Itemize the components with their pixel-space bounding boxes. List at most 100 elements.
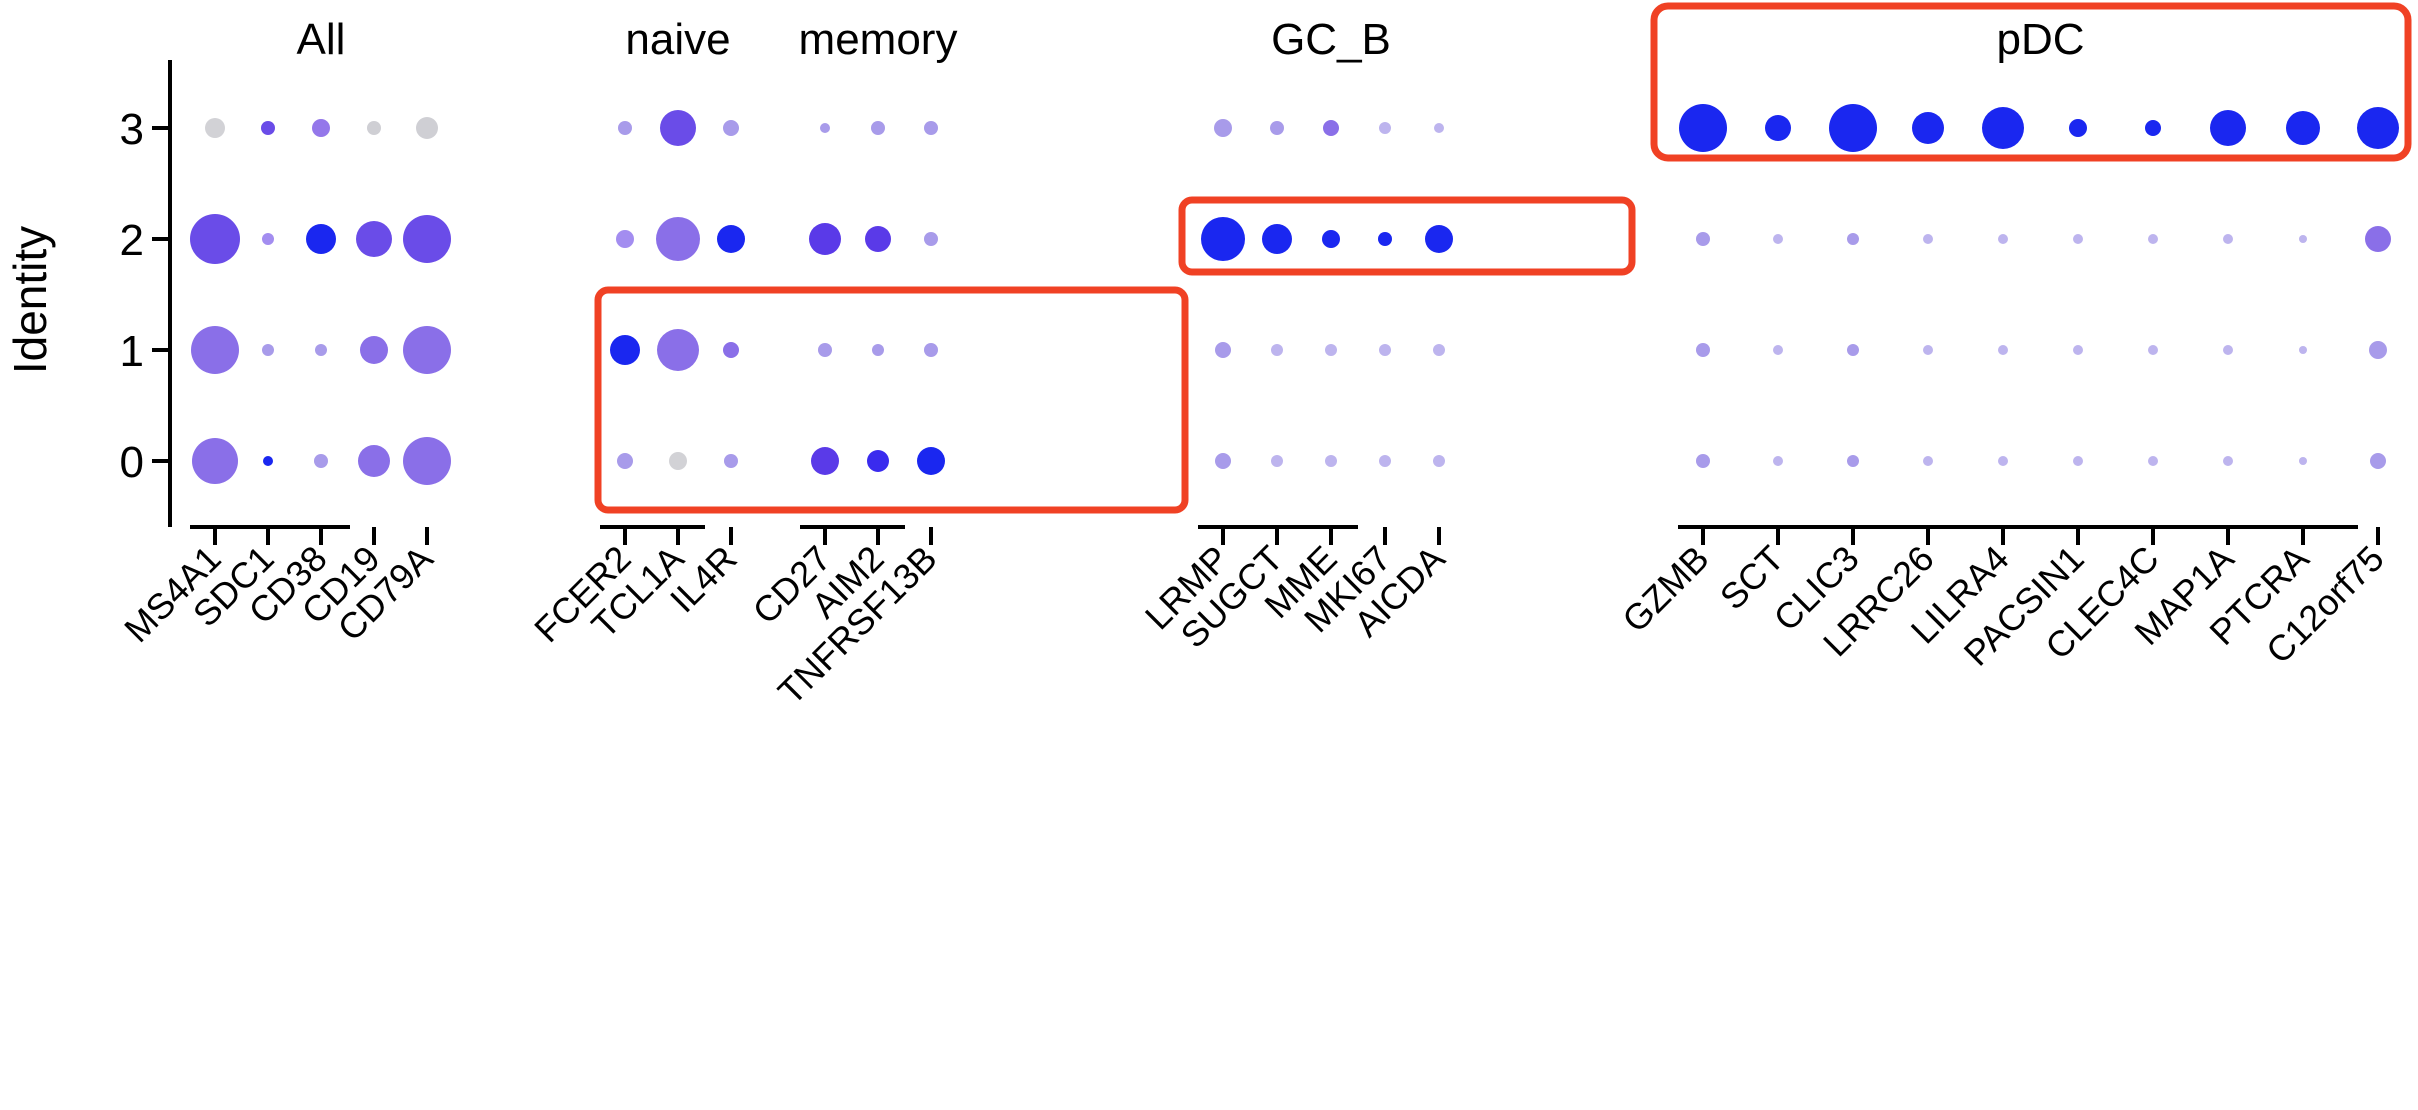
dot-MAP1A-0 bbox=[2223, 456, 2233, 466]
dot-PTCRA-1 bbox=[2299, 346, 2307, 354]
y-tick-label: 1 bbox=[120, 327, 144, 376]
dot-GZMB-0 bbox=[1696, 454, 1710, 468]
dot-GZMB-2 bbox=[1696, 232, 1710, 246]
dot-IL4R-1 bbox=[723, 342, 739, 358]
dot-C12orf75-0 bbox=[2370, 453, 2386, 469]
dot-CLEC4C-1 bbox=[2148, 345, 2158, 355]
dot-IL4R-3 bbox=[723, 120, 739, 136]
dot-MS4A1-2 bbox=[190, 214, 240, 264]
dot-CD19-2 bbox=[356, 221, 392, 257]
dot-PACSIN1-2 bbox=[2073, 234, 2083, 244]
dot-MAP1A-2 bbox=[2223, 234, 2233, 244]
dot-PTCRA-3 bbox=[2286, 111, 2320, 145]
gcb-row2-highlight bbox=[1178, 196, 1636, 276]
dot-CD19-3 bbox=[367, 121, 381, 135]
dot-SCT-3 bbox=[1765, 115, 1791, 141]
panel-memory: memoryCD27AIM2TNFRSF13B bbox=[745, 15, 958, 712]
dot-LILRA4-0 bbox=[1998, 456, 2008, 466]
dot-TCL1A-1 bbox=[657, 329, 699, 371]
dot-LRRC26-2 bbox=[1923, 234, 1933, 244]
dot-CD38-1 bbox=[315, 344, 327, 356]
dot-TNFRSF13B-2 bbox=[924, 232, 938, 246]
dot-TNFRSF13B-0 bbox=[917, 447, 945, 475]
dot-CLEC4C-2 bbox=[2148, 234, 2158, 244]
dot-C12orf75-2 bbox=[2365, 226, 2391, 252]
dot-CD19-1 bbox=[360, 336, 388, 364]
dot-CD79A-1 bbox=[403, 326, 451, 374]
dot-MME-1 bbox=[1325, 344, 1337, 356]
dot-FCER2-0 bbox=[617, 453, 633, 469]
panel-title: GC_B bbox=[1271, 15, 1391, 64]
dot-CD79A-3 bbox=[416, 117, 438, 139]
dot-SDC1-3 bbox=[261, 121, 275, 135]
dot-MS4A1-1 bbox=[191, 326, 239, 374]
dot-CD38-3 bbox=[312, 119, 330, 137]
x-tick-label: GZMB bbox=[1614, 538, 1717, 641]
dot-SDC1-2 bbox=[262, 233, 274, 245]
y-axis-title: Identity bbox=[4, 226, 56, 374]
dot-TNFRSF13B-3 bbox=[924, 121, 938, 135]
dot-MS4A1-3 bbox=[205, 118, 225, 138]
dot-AIM2-1 bbox=[872, 344, 884, 356]
dot-LRRC26-3 bbox=[1912, 112, 1944, 144]
dot-CD27-1 bbox=[818, 343, 832, 357]
dotplot-figure: 0 1 2 3 Identity All MS4A1 SDC1 CD38 CD19 CD79A nai… bbox=[0, 0, 2418, 1110]
dot-SCT-1 bbox=[1773, 345, 1783, 355]
dot-CLIC3-2 bbox=[1847, 233, 1859, 245]
dot-FCER2-1 bbox=[610, 335, 640, 365]
dot-MME-2 bbox=[1322, 230, 1340, 248]
dot-MKI67-3 bbox=[1379, 122, 1391, 134]
dot-CD27-0 bbox=[811, 447, 839, 475]
dot-PTCRA-0 bbox=[2299, 457, 2307, 465]
highlight-boxes bbox=[594, 2, 2412, 514]
dot-MME-3 bbox=[1323, 120, 1339, 136]
dot-AICDA-3 bbox=[1434, 123, 1444, 133]
dot-PACSIN1-1 bbox=[2073, 345, 2083, 355]
dot-CD79A-2 bbox=[403, 215, 451, 263]
dot-CLIC3-3 bbox=[1829, 104, 1877, 152]
dot-FCER2-2 bbox=[616, 230, 634, 248]
dot-GZMB-1 bbox=[1696, 343, 1710, 357]
dot-PTCRA-2 bbox=[2299, 235, 2307, 243]
panel-naive: naiveFCER2TCL1AIL4R bbox=[526, 15, 745, 650]
dot-LRMP-0 bbox=[1215, 453, 1231, 469]
dot-LRRC26-0 bbox=[1923, 456, 1933, 466]
dot-MKI67-1 bbox=[1379, 344, 1391, 356]
dot-MAP1A-3 bbox=[2210, 110, 2246, 146]
dot-MS4A1-0 bbox=[192, 438, 238, 484]
dot-IL4R-0 bbox=[724, 454, 738, 468]
dot-MKI67-0 bbox=[1379, 455, 1391, 467]
dot-CD19-0 bbox=[358, 445, 390, 477]
dot-CD38-2 bbox=[306, 224, 336, 254]
dot-FCER2-3 bbox=[618, 121, 632, 135]
dot-AIM2-0 bbox=[867, 450, 889, 472]
dot-MKI67-2 bbox=[1378, 232, 1392, 246]
dot-SDC1-1 bbox=[262, 344, 274, 356]
dot-TCL1A-2 bbox=[656, 217, 700, 261]
y-tick-label: 0 bbox=[120, 438, 144, 487]
dot-SUGCT-2 bbox=[1262, 224, 1292, 254]
dot-LRMP-3 bbox=[1214, 119, 1232, 137]
dot-CLIC3-0 bbox=[1847, 455, 1859, 467]
dot-AICDA-2 bbox=[1425, 225, 1453, 253]
dot-CLEC4C-3 bbox=[2145, 120, 2161, 136]
dot-TCL1A-0 bbox=[669, 452, 687, 470]
plot-area: 0 1 2 3 Identity bbox=[4, 60, 172, 527]
dot-LRMP-2 bbox=[1201, 217, 1245, 261]
dot-GZMB-3 bbox=[1679, 104, 1727, 152]
dot-TCL1A-3 bbox=[660, 110, 696, 146]
dot-AIM2-3 bbox=[871, 121, 885, 135]
dot-CD27-2 bbox=[809, 223, 841, 255]
panel-pdc: pDCGZMBSCTCLIC3LRRC26LILRA4PACSIN1CLEC4C… bbox=[1614, 15, 2399, 674]
dot-SUGCT-1 bbox=[1271, 344, 1283, 356]
dot-SUGCT-3 bbox=[1270, 121, 1284, 135]
dot-SDC1-0 bbox=[263, 456, 273, 466]
panel-all: AllMS4A1SDC1CD38CD19CD79A bbox=[116, 15, 451, 650]
y-tick-label: 3 bbox=[120, 105, 144, 154]
panel-title: memory bbox=[799, 15, 958, 64]
dot-TNFRSF13B-1 bbox=[924, 343, 938, 357]
dotplot-canvas: 0 1 2 3 Identity AllMS4A1SDC1CD38CD19CD79A nai… bbox=[4, 2, 2412, 712]
dot-SCT-2 bbox=[1773, 234, 1783, 244]
dot-PACSIN1-0 bbox=[2073, 456, 2083, 466]
dot-CLEC4C-0 bbox=[2148, 456, 2158, 466]
